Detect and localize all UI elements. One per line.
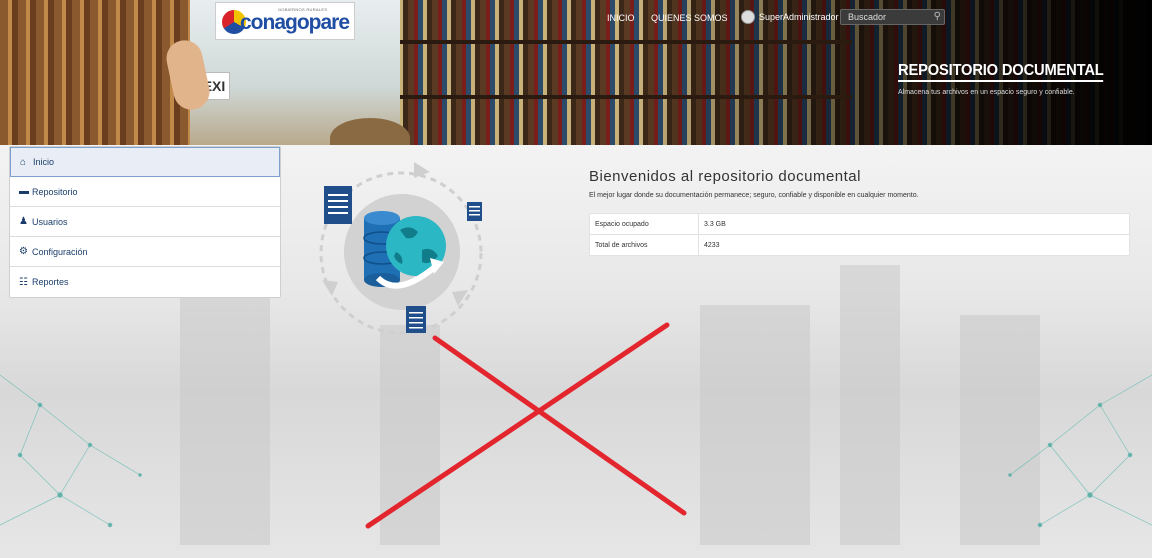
document-icon: [324, 186, 352, 224]
sidebar-item-usuarios[interactable]: ♟ Usuarios: [10, 207, 280, 237]
repository-illustration: [319, 162, 483, 335]
clipboard-icon: ☷: [19, 276, 28, 288]
user-menu[interactable]: SuperAdministrador: [741, 9, 839, 25]
table-row: Espacio ocupado 3.3 GB: [589, 213, 1130, 235]
stat-label: Total de archivos: [589, 234, 699, 256]
shelf-divider: [400, 40, 852, 44]
search-box[interactable]: ⚲: [840, 9, 945, 25]
home-icon: ⌂: [20, 156, 27, 168]
orbit-arrow-icon: [322, 280, 338, 296]
sidebar-item-label: Repositorio: [32, 186, 78, 197]
welcome-subtitle: El mejor lugar donde su documentación pe…: [589, 192, 919, 199]
stat-value: 4233: [698, 234, 1130, 256]
user-avatar-icon: [741, 10, 755, 24]
sidebar-item-configuracion[interactable]: ⚙ Configuración: [10, 237, 280, 267]
sidebar-menu: ⌂ Inicio ▬ Repositorio ♟ Usuarios ⚙ Conf…: [9, 146, 281, 298]
search-input[interactable]: [841, 10, 929, 24]
table-row: Total de archivos 4233: [589, 234, 1130, 256]
folder-icon: ▬: [19, 186, 29, 197]
sidebar-item-label: Configuración: [32, 246, 88, 257]
gear-icon: ⚙: [19, 246, 28, 257]
nav-inicio[interactable]: INICIO: [607, 13, 635, 29]
hero-title: REPOSITORIO DOCUMENTAL: [898, 62, 1104, 82]
stat-label: Espacio ocupado: [589, 213, 699, 235]
search-icon[interactable]: ⚲: [934, 10, 941, 24]
sidebar-item-label: Reportes: [32, 277, 69, 287]
conagopare-logo[interactable]: GOBIERNOS RURALES conagopare: [215, 2, 355, 40]
stat-value: 3.3 GB: [698, 213, 1130, 235]
sidebar-item-reportes[interactable]: ☷ Reportes: [10, 267, 280, 297]
document-icon: [406, 306, 426, 333]
sidebar-item-inicio[interactable]: ⌂ Inicio: [10, 147, 280, 177]
sidebar-item-repositorio[interactable]: ▬ Repositorio: [10, 177, 280, 207]
document-icon: [467, 202, 482, 221]
sidebar-item-label: Usuarios: [32, 216, 68, 227]
sidebar-item-label: Inicio: [33, 157, 55, 167]
user-name: SuperAdministrador: [759, 12, 839, 22]
stats-table: Espacio ocupado 3.3 GB Total de archivos…: [589, 213, 1130, 256]
nav-quienes-somos[interactable]: QUIENES SOMOS: [651, 13, 728, 29]
welcome-title: Bienvenidos al repositorio documental: [589, 168, 861, 185]
bookshelf-left-image: [0, 0, 190, 145]
user-icon: ♟: [19, 216, 28, 227]
logo-name: conagopare: [240, 11, 350, 34]
shelf-divider: [400, 95, 852, 99]
hero-subtitle: Almacena tus archivos en un espacio segu…: [898, 89, 1075, 96]
